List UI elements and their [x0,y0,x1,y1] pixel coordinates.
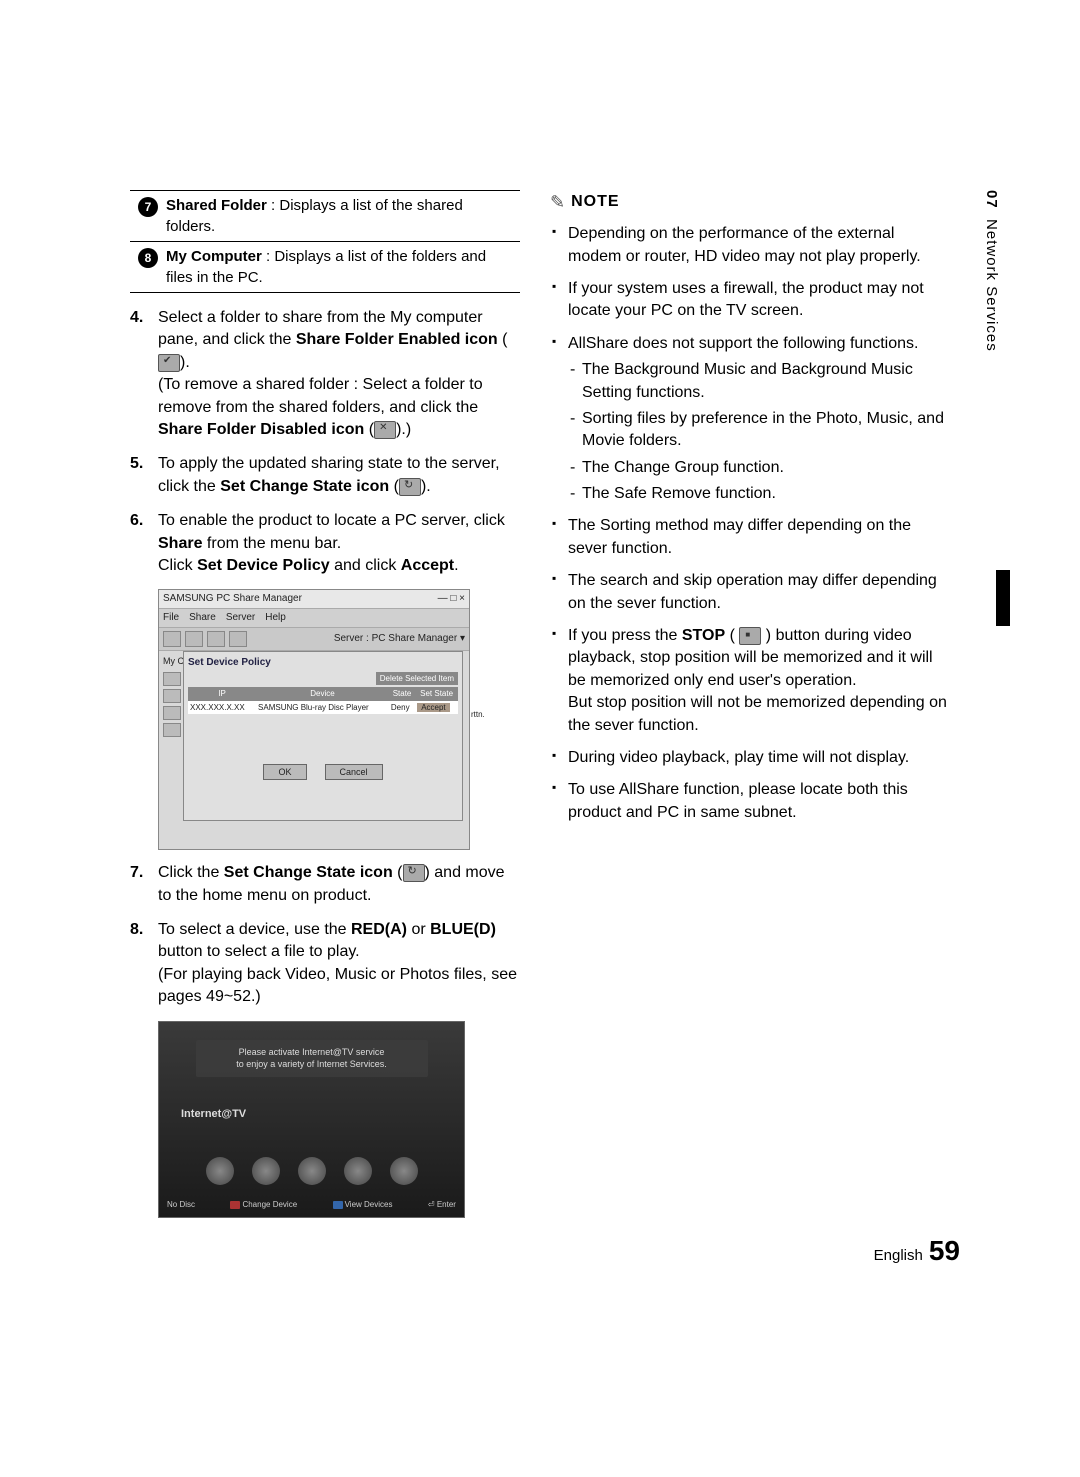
cancel-button: Cancel [325,764,383,781]
dialog-title: SAMSUNG PC Share Manager [163,592,302,606]
step-num-4: 4. [130,307,158,441]
tv-home-screenshot: Please activate Internet@TV serviceto en… [158,1021,465,1218]
legend-text-7: Shared Folder : Displays a list of the s… [166,195,520,237]
share-enabled-icon [158,354,180,372]
note-subitem: The Change Group function. [568,457,950,479]
legend-list: 7 Shared Folder : Displays a list of the… [130,190,520,293]
tv-activate-message: Please activate Internet@TV serviceto en… [196,1040,428,1077]
server-dropdown: Server : PC Share Manager ▾ [334,632,465,646]
ok-button: OK [263,764,306,781]
set-device-policy-popup: Set Device Policy Delete Selected Item I… [183,651,463,821]
note-item: During video playback, play time will no… [550,747,950,769]
step-num-8: 8. [130,919,158,1009]
note-item: Depending on the performance of the exte… [550,223,950,268]
step-num-7: 7. [130,862,158,907]
step-body-8: To select a device, use the RED(A) or BL… [158,919,520,1009]
delete-selected-button: Delete Selected Item [376,672,458,685]
step-num-5: 5. [130,453,158,498]
internet-tv-label: Internet@TV [181,1107,246,1122]
step-body-5: To apply the updated sharing state to th… [158,453,520,498]
step-body-7: Click the Set Change State icon () and m… [158,862,520,907]
legend-num-8: 8 [138,248,158,268]
set-change-state-icon [403,864,425,882]
tv-source-icons [159,1157,464,1185]
note-item: If your system uses a firewall, the prod… [550,278,950,323]
section-tab: 07 Network Services [983,190,1000,352]
dialog-menubar: FileShareServerHelp [159,609,469,628]
set-change-state-icon [399,478,421,496]
legend-text-8: My Computer : Displays a list of the fol… [166,246,520,288]
tv-bottom-bar: No Disc Change Device View Devices ⏎ Ent… [167,1199,456,1210]
note-icon: ✎ [550,190,565,215]
page-footer: English59 [874,1235,960,1267]
note-item: AllShare does not support the following … [550,333,950,506]
note-heading: NOTE [571,191,619,213]
share-disabled-icon [374,421,396,439]
step-body-4: Select a folder to share from the My com… [158,307,520,441]
note-item: The search and skip operation may differ… [550,570,950,615]
note-list: Depending on the performance of the exte… [550,223,950,824]
thumb-index-marker [996,570,1010,626]
legend-num-7: 7 [138,197,158,217]
accept-button: Accept [417,703,449,712]
device-policy-table: IPDeviceStateSet State XXX.XXX.X.XXSAMSU… [188,687,458,713]
step-body-6: To enable the product to locate a PC ser… [158,510,520,577]
pc-share-manager-screenshot: SAMSUNG PC Share Manager— □ × FileShareS… [158,589,470,850]
note-subitem: The Background Music and Background Musi… [568,359,950,404]
step-num-6: 6. [130,510,158,577]
note-item: If you press the STOP ( ) button during … [550,625,950,737]
note-item: The Sorting method may differ depending … [550,515,950,560]
note-subitem: Sorting files by preference in the Photo… [568,408,950,453]
note-subitem: The Safe Remove function. [568,483,950,505]
note-item: To use AllShare function, please locate … [550,779,950,824]
stop-icon [739,627,761,645]
